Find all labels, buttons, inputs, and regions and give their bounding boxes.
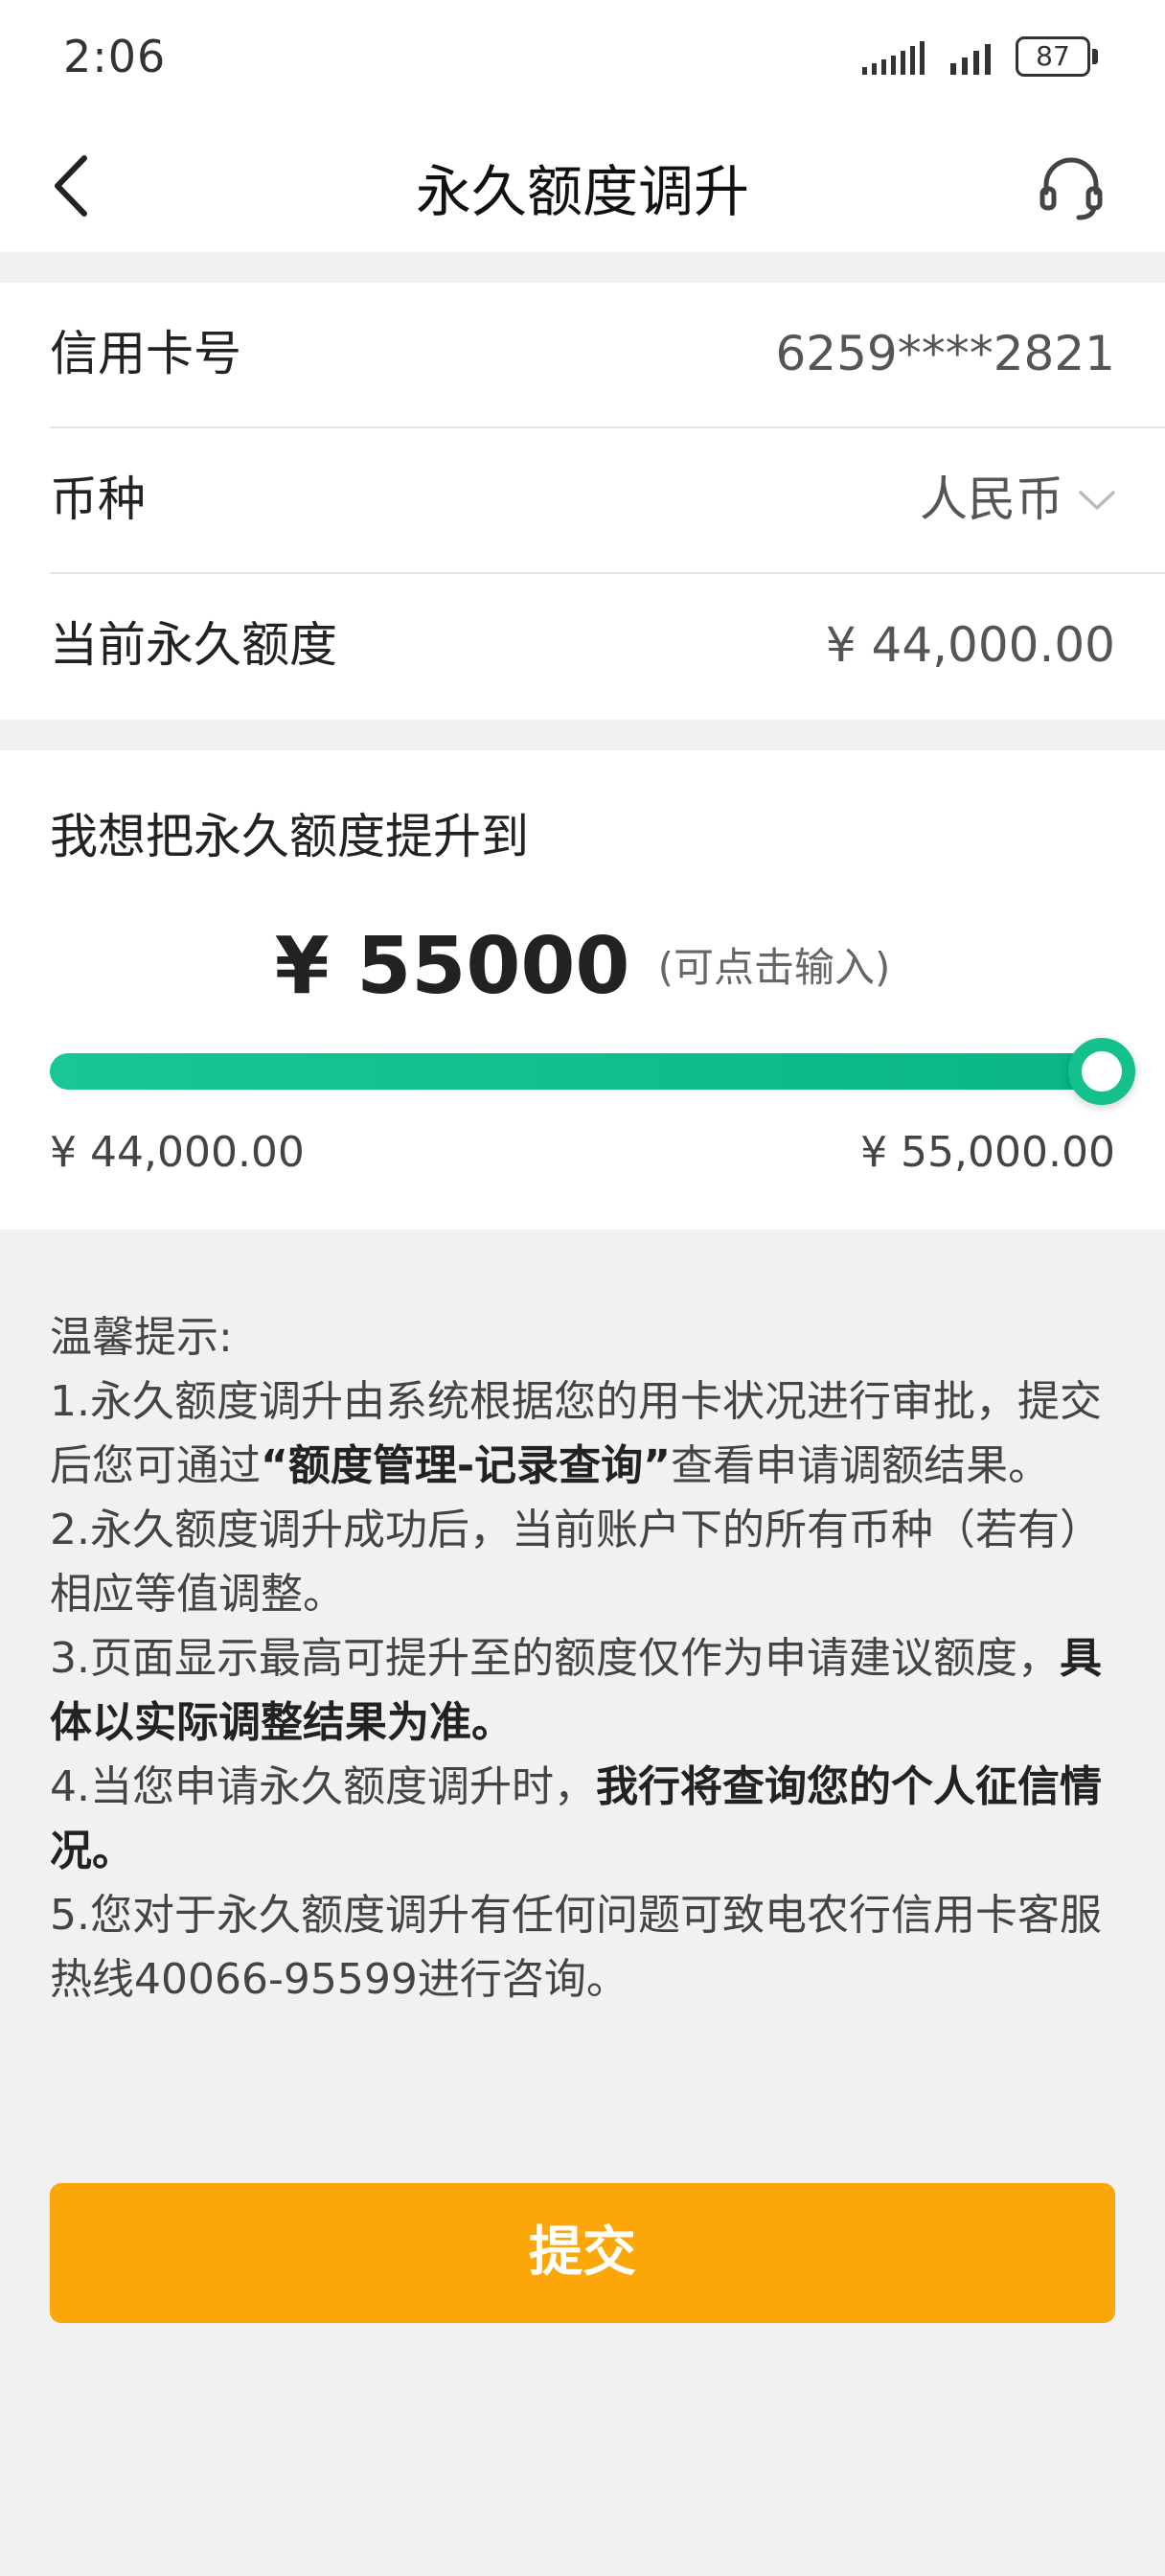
customer-service-button[interactable] (1035, 150, 1108, 223)
card-number-row: 信用卡号 6259****2821 (50, 283, 1165, 428)
tip-item-1-bold: “额度管理-记录查询” (261, 1441, 672, 1490)
current-limit-value: ¥ 44,000.00 (825, 617, 1115, 673)
target-amount-input[interactable]: ¥ 55000 (275, 921, 630, 1012)
signal-icon (950, 44, 991, 75)
current-limit-row: 当前永久额度 ¥ 44,000.00 (50, 574, 1165, 720)
tip-item-4-text: 4.当您申请永久额度调升时， (50, 1762, 596, 1811)
input-hint: (可点击输入) (657, 944, 891, 991)
battery-tip (1092, 49, 1098, 64)
tip-item-1: 1.永久额度调升由系统根据您的用卡状况进行审批，提交后您可通过“额度管理-记录查… (50, 1369, 1115, 1498)
tips-section: 温馨提示: 1.永久额度调升由系统根据您的用卡状况进行审批，提交后您可通过“额度… (50, 1305, 1115, 2012)
tip-item-2: 2.永久额度调升成功后，当前账户下的所有币种（若有）相应等值调整。 (50, 1506, 1102, 1619)
card-number-value: 6259****2821 (775, 326, 1116, 381)
slider-max-label: ¥ 55,000.00 (860, 1128, 1115, 1177)
limit-slider-track[interactable] (50, 1038, 1135, 1105)
battery-level: 87 (1036, 40, 1070, 72)
card-info-section: 信用卡号 6259****2821 币种 人民币 当前永久额度 ¥ 44,000… (0, 283, 1165, 720)
tip-item-3-text: 3.页面显示最高可提升至的额度仅作为申请建议额度， (50, 1634, 1060, 1683)
currency-label: 币种 (50, 472, 146, 527)
tip-item-4: 4.当您申请永久额度调升时，我行将查询您的个人征信情况。 (50, 1755, 1115, 1883)
status-bar: 2:06 87 (0, 0, 1165, 120)
battery-icon: 87 (1016, 36, 1090, 77)
tip-item-3: 3.页面显示最高可提升至的额度仅作为申请建议额度，具体以实际调整结果为准。 (50, 1626, 1115, 1755)
tips-title: 温馨提示: (50, 1313, 233, 1362)
status-time: 2:06 (63, 31, 167, 82)
nav-bar: 永久额度调升 (0, 120, 1165, 252)
currency-select[interactable]: 人民币 (920, 428, 1119, 570)
current-limit-label: 当前永久额度 (50, 617, 337, 673)
chevron-down-icon (1079, 490, 1115, 510)
target-amount-row: ¥ 55000 (可点击输入) (0, 921, 1165, 1012)
currency-value: 人民币 (920, 472, 1063, 527)
limit-adjust-section: 我想把永久额度提升到 ¥ 55000 (可点击输入) ¥ 44,000.00 ¥… (0, 750, 1165, 1230)
page-title: 永久额度调升 (415, 159, 749, 224)
limit-slider-thumb[interactable] (1068, 1038, 1135, 1105)
tip-item-5: 5.您对于永久额度调升有任何问题可致电农行信用卡客服热线40066-95599进… (50, 1891, 1102, 2004)
card-number-label: 信用卡号 (50, 326, 241, 381)
currency-row[interactable]: 币种 人民币 (50, 428, 1165, 574)
headset-icon (1039, 157, 1103, 220)
tip-item-1-text-b: 查看申请调额结果。 (671, 1441, 1051, 1490)
signal-icon (862, 41, 925, 75)
limit-slider-fill (50, 1053, 1102, 1090)
submit-button[interactable]: 提交 (50, 2183, 1115, 2323)
adjust-heading: 我想把永久额度提升到 (50, 809, 529, 864)
slider-min-label: ¥ 44,000.00 (50, 1128, 305, 1177)
